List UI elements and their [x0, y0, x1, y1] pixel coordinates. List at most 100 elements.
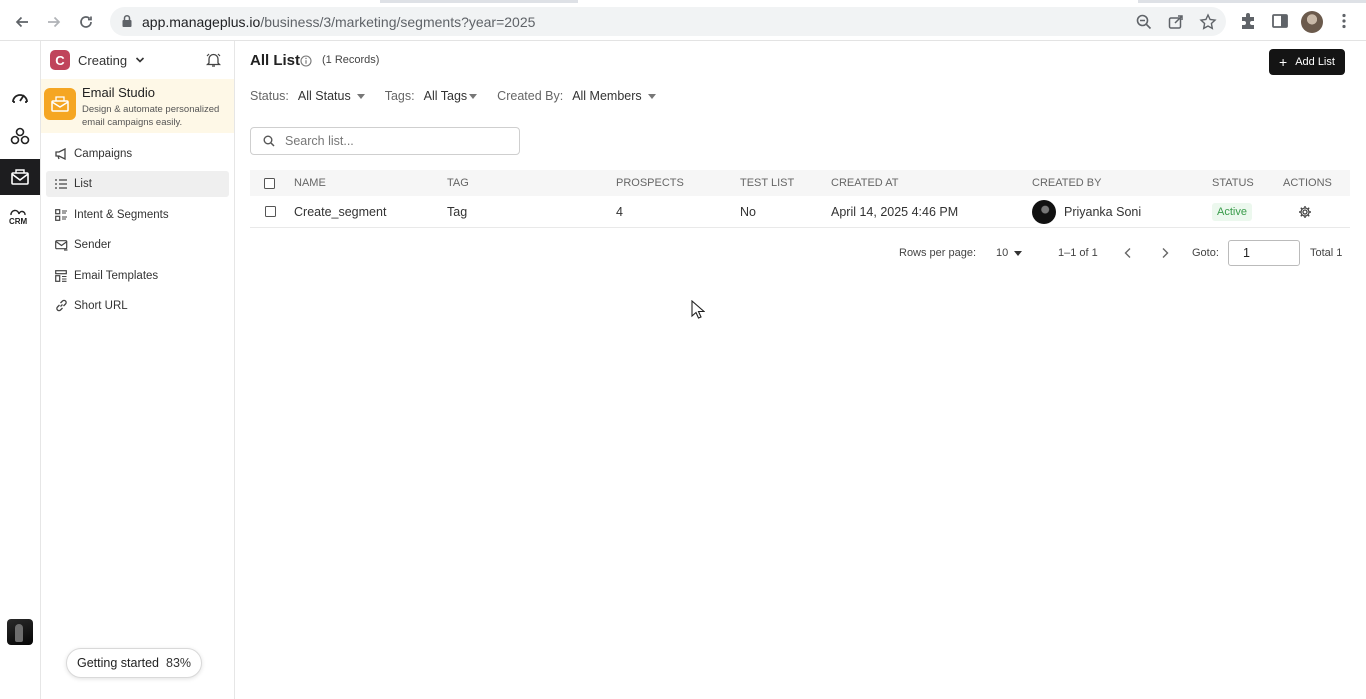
created-by-filter[interactable]: Created By: All Members: [497, 89, 656, 103]
sidebar-item-email-templates[interactable]: Email Templates: [46, 263, 229, 289]
segments-icon: [54, 208, 68, 222]
creator-avatar: [1032, 199, 1056, 224]
back-icon[interactable]: [10, 10, 34, 34]
list-tag: Tag: [447, 204, 468, 219]
mail-send-icon: [54, 238, 68, 252]
pagination: Rows per page: 10 1–1 of 1 Goto: 1 Total…: [235, 239, 1350, 267]
goto-label: Goto:: [1192, 247, 1219, 259]
lock-icon: [122, 14, 132, 27]
share-icon[interactable]: [1167, 13, 1185, 31]
link-icon: [54, 299, 68, 313]
list-test-list: No: [740, 204, 756, 219]
sidebar-item-campaigns[interactable]: Campaigns: [46, 141, 229, 167]
sidebar-item-label: Intent & Segments: [74, 208, 169, 221]
next-page-button[interactable]: [1160, 239, 1170, 267]
row-checkbox[interactable]: [265, 196, 276, 227]
list-icon: [54, 177, 68, 191]
total-count: Total 1: [1310, 247, 1343, 259]
studio-title: Email Studio: [82, 85, 155, 100]
mouse-cursor-icon: [691, 300, 705, 319]
getting-started-label: Getting started: [77, 656, 159, 670]
caret-down-icon: [469, 93, 478, 99]
select-all-checkbox[interactable]: [264, 170, 275, 196]
column-header-name[interactable]: NAME: [294, 170, 326, 196]
add-list-label: Add List: [1295, 56, 1335, 68]
plus-icon: +: [1279, 54, 1288, 70]
user-avatar[interactable]: [7, 619, 33, 645]
add-list-button[interactable]: + Add List: [1269, 49, 1345, 75]
search-input[interactable]: [285, 134, 505, 148]
status-filter[interactable]: Status: All Status: [250, 89, 365, 103]
tags-filter-label: Tags:: [384, 89, 415, 103]
list-created-by: Priyanka Soni: [1032, 196, 1141, 227]
megaphone-icon: [54, 147, 68, 161]
address-bar[interactable]: app.manageplus.io/business/3/marketing/s…: [110, 7, 1226, 36]
goto-input[interactable]: 1: [1228, 239, 1300, 267]
column-header-created-by[interactable]: CREATED BY: [1032, 170, 1101, 196]
side-panel-icon[interactable]: [1270, 11, 1290, 31]
row-actions[interactable]: [1298, 196, 1312, 227]
info-icon[interactable]: [300, 55, 312, 67]
column-header-status[interactable]: STATUS: [1212, 170, 1254, 196]
table-row[interactable]: Create_segment Tag 4 No April 14, 2025 4…: [250, 196, 1350, 228]
status-filter-label: Status:: [250, 89, 289, 103]
sidebar: C Creating Email Studio Design & automat…: [41, 41, 235, 699]
crm-icon[interactable]: CRM: [0, 199, 40, 235]
column-header-test-list[interactable]: TEST LIST: [740, 170, 794, 196]
tab-strip: [0, 0, 1366, 3]
template-icon: [54, 269, 68, 283]
chevron-left-icon: [1124, 248, 1131, 258]
page-title: All List: [250, 52, 301, 69]
rows-per-page-value: 10: [996, 247, 1009, 259]
network-icon[interactable]: [0, 118, 40, 154]
sidebar-item-short-url[interactable]: Short URL: [46, 293, 229, 319]
reload-icon[interactable]: [74, 10, 98, 34]
tags-filter[interactable]: Tags: All Tags: [384, 89, 478, 103]
more-menu-icon[interactable]: [1334, 11, 1354, 31]
search-icon: [263, 135, 275, 147]
table-header: NAME TAG PROSPECTS TEST LIST CREATED AT …: [250, 170, 1350, 196]
creator-name: Priyanka Soni: [1064, 204, 1142, 219]
dashboard-icon[interactable]: [0, 79, 40, 115]
gear-icon[interactable]: [1298, 205, 1312, 219]
getting-started-button[interactable]: Getting started 83%: [66, 648, 203, 678]
studio-description: Design & automate personalized email cam…: [82, 104, 220, 128]
notification-bell-icon[interactable]: [206, 52, 221, 68]
sidebar-item-label: Sender: [74, 239, 112, 252]
sidebar-item-label: Campaigns: [74, 148, 133, 160]
sidebar-item-list[interactable]: List: [46, 171, 229, 198]
list-table: NAME TAG PROSPECTS TEST LIST CREATED AT …: [250, 170, 1350, 228]
sidebar-item-sender[interactable]: Sender: [46, 232, 229, 258]
list-created-at: April 14, 2025 4:46 PM: [831, 204, 959, 219]
getting-started-percent: 83%: [166, 656, 192, 670]
created-by-filter-label: Created By:: [497, 89, 564, 103]
workspace-switcher[interactable]: C Creating: [50, 50, 145, 70]
tags-filter-value: All Tags: [423, 89, 468, 103]
sidebar-item-intent-segments[interactable]: Intent & Segments: [46, 202, 229, 228]
caret-down-icon: [356, 93, 365, 99]
app-icon-rail: CRM: [0, 41, 41, 699]
main-content: All List (1 Records) + Add List Status: …: [235, 41, 1366, 699]
email-studio-icon[interactable]: [0, 159, 40, 195]
bookmark-star-icon[interactable]: [1199, 13, 1217, 31]
column-header-actions: ACTIONS: [1283, 177, 1332, 189]
goto-value[interactable]: 1: [1228, 240, 1300, 266]
column-header-tag[interactable]: TAG: [447, 170, 469, 196]
column-header-created-at[interactable]: CREATED AT: [831, 170, 898, 196]
rows-per-page-select[interactable]: 10: [996, 239, 1023, 267]
search-box: [250, 127, 520, 155]
forward-icon[interactable]: [42, 10, 66, 34]
chevron-right-icon: [1162, 248, 1169, 258]
sidebar-menu: Campaigns List Intent & Segments Sender …: [46, 141, 229, 323]
browser-profile-avatar[interactable]: [1301, 11, 1323, 33]
workspace-logo: C: [50, 50, 70, 70]
extensions-icon[interactable]: [1238, 11, 1258, 31]
list-name[interactable]: Create_segment: [294, 196, 386, 227]
zoom-icon[interactable]: [1135, 13, 1153, 31]
chevron-down-icon: [136, 57, 145, 63]
list-status: Active: [1212, 196, 1252, 227]
status-badge: Active: [1212, 202, 1252, 221]
column-header-prospects[interactable]: PROSPECTS: [616, 170, 684, 196]
prev-page-button[interactable]: [1123, 239, 1133, 267]
email-studio-logo-icon: [44, 88, 76, 120]
